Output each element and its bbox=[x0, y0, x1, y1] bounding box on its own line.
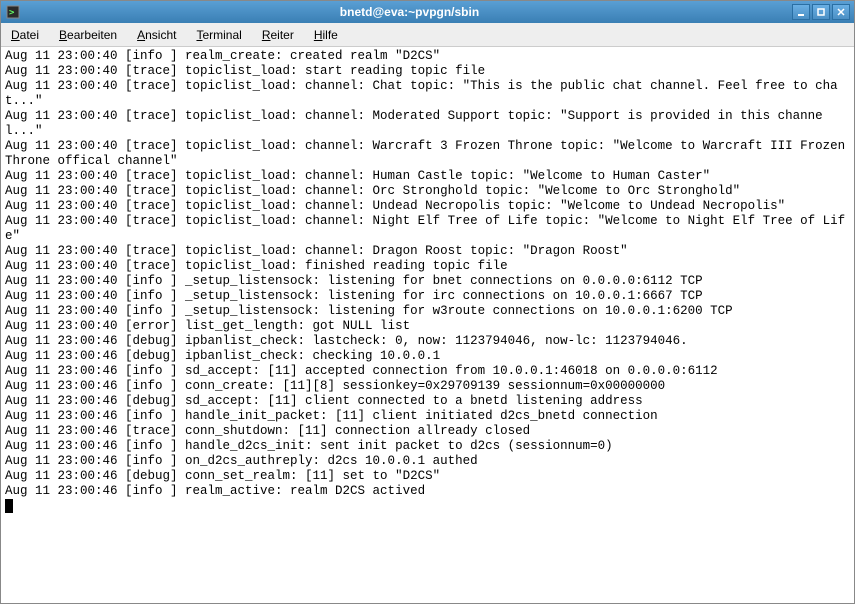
log-line: Aug 11 23:00:46 [info ] sd_accept: [11] … bbox=[5, 364, 850, 379]
log-line: Aug 11 23:00:40 [trace] topiclist_load: … bbox=[5, 244, 850, 259]
log-line: Aug 11 23:00:46 [info ] realm_active: re… bbox=[5, 484, 850, 499]
menu-ansicht[interactable]: Ansicht bbox=[133, 26, 180, 44]
terminal-window: > bnetd@eva:~pvpgn/sbin Datei Bearbeiten… bbox=[0, 0, 855, 604]
menu-label: earbeiten bbox=[67, 28, 117, 42]
menu-label: nsicht bbox=[145, 28, 176, 42]
close-button[interactable] bbox=[832, 4, 850, 20]
menu-label: ilfe bbox=[323, 28, 338, 42]
svg-text:>: > bbox=[9, 8, 15, 18]
terminal-output[interactable]: Aug 11 23:00:40 [info ] realm_create: cr… bbox=[1, 47, 854, 603]
log-line: Aug 11 23:00:40 [trace] topiclist_load: … bbox=[5, 64, 850, 79]
log-line: Aug 11 23:00:40 [info ] _setup_listensoc… bbox=[5, 304, 850, 319]
log-line: Aug 11 23:00:46 [info ] conn_create: [11… bbox=[5, 379, 850, 394]
log-line: Aug 11 23:00:46 [debug] ipbanlist_check:… bbox=[5, 349, 850, 364]
menu-datei[interactable]: Datei bbox=[7, 26, 43, 44]
log-line: Aug 11 23:00:40 [trace] topiclist_load: … bbox=[5, 109, 850, 139]
log-line: Aug 11 23:00:46 [debug] sd_accept: [11] … bbox=[5, 394, 850, 409]
menu-bearbeiten[interactable]: Bearbeiten bbox=[55, 26, 121, 44]
window-controls bbox=[792, 4, 850, 20]
log-line: Aug 11 23:00:46 [info ] on_d2cs_authrepl… bbox=[5, 454, 850, 469]
cursor bbox=[5, 499, 13, 513]
menu-terminal[interactable]: Terminal bbox=[192, 26, 245, 44]
menu-label: atei bbox=[20, 28, 39, 42]
window-title: bnetd@eva:~pvpgn/sbin bbox=[27, 5, 792, 19]
menu-label: erminal bbox=[202, 28, 241, 42]
log-line: Aug 11 23:00:40 [info ] realm_create: cr… bbox=[5, 49, 850, 64]
log-line: Aug 11 23:00:46 [info ] handle_init_pack… bbox=[5, 409, 850, 424]
log-line: Aug 11 23:00:40 [trace] topiclist_load: … bbox=[5, 169, 850, 184]
log-line: Aug 11 23:00:46 [trace] conn_shutdown: [… bbox=[5, 424, 850, 439]
minimize-button[interactable] bbox=[792, 4, 810, 20]
log-line: Aug 11 23:00:46 [info ] handle_d2cs_init… bbox=[5, 439, 850, 454]
menu-reiter[interactable]: Reiter bbox=[258, 26, 298, 44]
maximize-button[interactable] bbox=[812, 4, 830, 20]
log-line: Aug 11 23:00:40 [trace] topiclist_load: … bbox=[5, 79, 850, 109]
menubar: Datei Bearbeiten Ansicht Terminal Reiter… bbox=[1, 23, 854, 47]
log-line: Aug 11 23:00:40 [info ] _setup_listensoc… bbox=[5, 289, 850, 304]
app-icon: > bbox=[5, 4, 21, 20]
menu-hilfe[interactable]: Hilfe bbox=[310, 26, 342, 44]
log-line: Aug 11 23:00:40 [error] list_get_length:… bbox=[5, 319, 850, 334]
log-line: Aug 11 23:00:46 [debug] ipbanlist_check:… bbox=[5, 334, 850, 349]
menu-label: eiter bbox=[271, 28, 294, 42]
log-line: Aug 11 23:00:40 [trace] topiclist_load: … bbox=[5, 184, 850, 199]
log-line: Aug 11 23:00:40 [info ] _setup_listensoc… bbox=[5, 274, 850, 289]
log-line: Aug 11 23:00:40 [trace] topiclist_load: … bbox=[5, 139, 850, 169]
log-line: Aug 11 23:00:40 [trace] topiclist_load: … bbox=[5, 199, 850, 214]
log-line: Aug 11 23:00:40 [trace] topiclist_load: … bbox=[5, 259, 850, 274]
log-line: Aug 11 23:00:40 [trace] topiclist_load: … bbox=[5, 214, 850, 244]
titlebar[interactable]: > bnetd@eva:~pvpgn/sbin bbox=[1, 1, 854, 23]
log-line: Aug 11 23:00:46 [debug] conn_set_realm: … bbox=[5, 469, 850, 484]
